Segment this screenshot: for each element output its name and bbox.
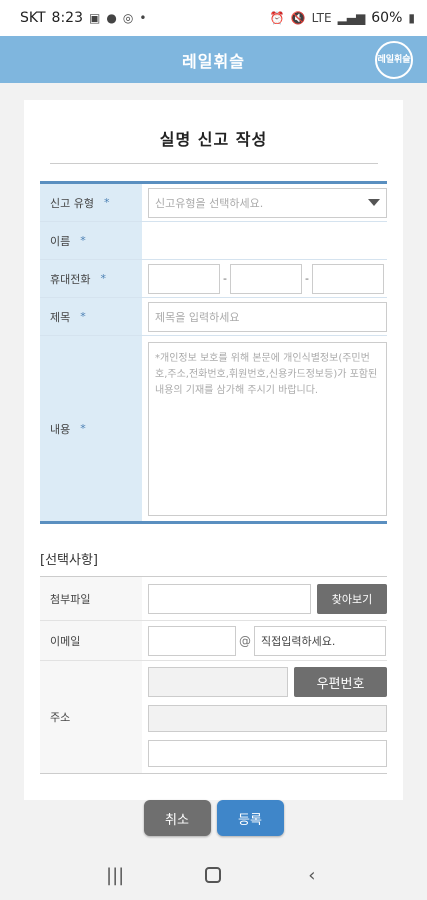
battery-icon: ▮: [408, 11, 415, 25]
cancel-button[interactable]: 취소: [143, 800, 211, 836]
content-label: 내용 *: [40, 336, 142, 521]
row-content: 내용 * *개인정보 보호를 위해 본문에 개인식별정보(주민번호,주소,전화번…: [40, 336, 387, 521]
mute-icon: 🔇: [290, 11, 306, 25]
content-textarea[interactable]: *개인정보 보호를 위해 본문에 개인식별정보(주민번호,주소,전화번호,휘원번…: [148, 341, 387, 516]
dot-icon: •: [139, 11, 147, 25]
app-logo[interactable]: 레일휘슬: [375, 41, 413, 79]
required-mark: *: [103, 196, 110, 209]
subject-input[interactable]: 제목을 입력하세요: [148, 301, 387, 332]
phone-label-text: 휴대전화: [50, 272, 91, 286]
subject-label-text: 제목: [50, 310, 71, 324]
report-type-label: 신고 유형 *: [40, 184, 142, 221]
email-label: 이메일: [40, 621, 142, 660]
phone-separator: -: [223, 272, 227, 285]
browse-button[interactable]: 찾아보기: [317, 583, 387, 614]
report-type-select[interactable]: 신고유형을 선택하세요.: [148, 187, 387, 218]
report-type-placeholder: 신고유형을 선택하세요.: [155, 196, 264, 210]
row-attachment: 첨부파일 찾아보기: [40, 577, 387, 621]
attachment-label: 첨부파일: [40, 577, 142, 620]
attachment-field[interactable]: [148, 583, 311, 614]
name-label-text: 이름: [50, 234, 71, 248]
submit-button[interactable]: 등록: [216, 800, 284, 836]
phone-cell: - -: [142, 260, 387, 297]
required-form-table: 신고 유형 * 신고유형을 선택하세요. 이름 * 휴대전화 * - - 제목 …: [40, 181, 387, 524]
image-icon: ▣: [89, 11, 101, 25]
sync-icon: ◎: [122, 11, 134, 25]
zip-field[interactable]: [148, 667, 288, 697]
address-label: 주소: [40, 661, 142, 773]
attachment-cell: 찾아보기: [142, 577, 387, 620]
phone-field-1[interactable]: [148, 263, 220, 294]
app-title: 레일휘슬: [182, 51, 245, 71]
optional-form-table: 첨부파일 찾아보기 이메일 @ 직접입력하세요. 주소 우편번호: [40, 576, 387, 774]
status-bar: SKT 8:23 ▣ ● ◎ • ⏰ 🔇 LTE ▂▄▆ 60% ▮: [0, 0, 427, 36]
address-line-1[interactable]: [148, 705, 387, 732]
required-mark: *: [100, 272, 106, 285]
required-mark: *: [80, 234, 86, 247]
address-cell: 우편번호: [142, 661, 387, 773]
row-name: 이름 *: [40, 222, 387, 260]
required-mark: *: [80, 310, 86, 323]
subject-placeholder: 제목을 입력하세요: [155, 310, 240, 324]
row-phone: 휴대전화 * - -: [40, 260, 387, 298]
address-line-2[interactable]: [148, 740, 387, 767]
row-report-type: 신고 유형 * 신고유형을 선택하세요.: [40, 184, 387, 222]
status-left: SKT 8:23 ▣ ● ◎ •: [20, 10, 146, 26]
report-form-card: 실명 신고 작성 신고 유형 * 신고유형을 선택하세요. 이름 * 휴대전화 …: [24, 100, 403, 800]
lte-icon: LTE: [311, 11, 332, 25]
phone-label: 휴대전화 *: [40, 260, 142, 297]
page-title: 실명 신고 작성: [159, 130, 268, 149]
alarm-icon: ⏰: [269, 11, 285, 25]
chat-icon: ●: [106, 11, 117, 25]
content-label-text: 내용: [50, 422, 71, 436]
email-domain-placeholder: 직접입력하세요.: [261, 634, 336, 648]
navigation-bar: ||| ‹: [0, 850, 427, 900]
phone-field-3[interactable]: [312, 263, 384, 294]
action-buttons: 취소 등록: [0, 800, 427, 848]
row-address: 주소 우편번호: [40, 661, 387, 773]
home-icon[interactable]: [205, 867, 222, 883]
carrier-text: SKT: [20, 10, 46, 26]
report-type-label-text: 신고 유형: [50, 196, 94, 210]
row-subject: 제목 * 제목을 입력하세요: [40, 298, 387, 336]
chevron-down-icon: [368, 199, 380, 206]
recent-apps-icon[interactable]: |||: [95, 865, 135, 886]
row-email: 이메일 @ 직접입력하세요.: [40, 621, 387, 661]
phone-separator: -: [305, 272, 309, 285]
battery-text: 60%: [371, 10, 403, 26]
required-mark: *: [80, 422, 86, 435]
content-cell: *개인정보 보호를 위해 본문에 개인식별정보(주민번호,주소,전화번호,휘원번…: [142, 336, 387, 521]
title-divider: [50, 163, 378, 164]
zip-code-button[interactable]: 우편번호: [294, 667, 387, 697]
back-icon[interactable]: ‹: [292, 865, 332, 886]
at-sign: @: [239, 633, 251, 648]
name-cell: [142, 222, 387, 259]
subject-cell: 제목을 입력하세요: [142, 298, 387, 335]
email-domain-field[interactable]: 직접입력하세요.: [254, 625, 386, 656]
report-type-cell: 신고유형을 선택하세요.: [142, 184, 387, 221]
email-cell: @ 직접입력하세요.: [142, 621, 387, 660]
subject-label: 제목 *: [40, 298, 142, 335]
optional-section-title: [선택사항]: [40, 553, 98, 568]
phone-field-2[interactable]: [230, 263, 302, 294]
name-label: 이름 *: [40, 222, 142, 259]
app-header: 레일휘슬 레일휘슬: [0, 36, 427, 83]
email-id-field[interactable]: [148, 625, 236, 656]
zip-row: 우편번호: [148, 667, 387, 697]
time-text: 8:23: [51, 10, 83, 26]
status-right: ⏰ 🔇 LTE ▂▄▆ 60% ▮: [270, 10, 415, 26]
signal-icon: ▂▄▆: [337, 11, 366, 25]
content-placeholder: *개인정보 보호를 위해 본문에 개인식별정보(주민번호,주소,전화번호,휘원번…: [155, 352, 378, 396]
